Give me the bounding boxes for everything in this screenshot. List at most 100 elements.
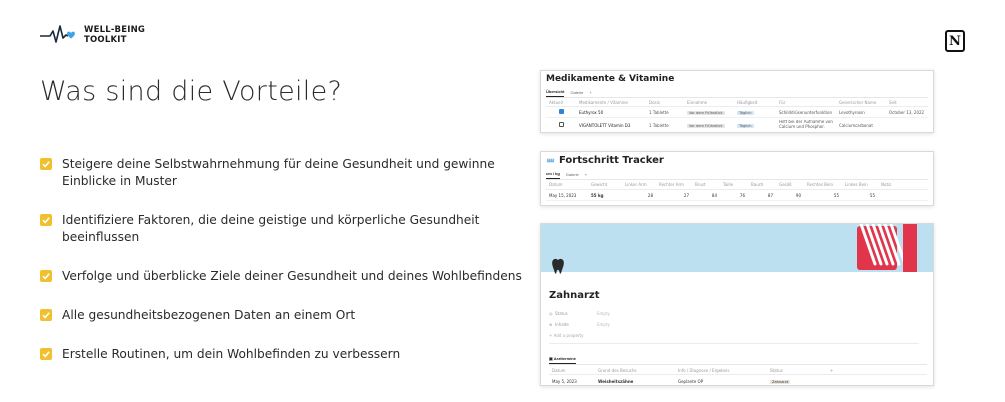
property-row[interactable]: ⊕ Inhalte Empty [549, 319, 919, 330]
checkbox-checked-icon [40, 214, 52, 226]
tracker-tabbar: cm / kg Galerie + [546, 169, 928, 180]
checkbox-checked[interactable] [546, 109, 576, 115]
med-dose: 1 Tablette [649, 109, 669, 115]
med-intake: Vor dem Frühstück [687, 123, 725, 128]
appointments-table-header: Datum Grund des Besuchs Info / Diagnose … [549, 366, 927, 375]
checkbox-checked-icon [40, 158, 52, 170]
col-header: Gesäß [779, 182, 792, 187]
tab-gallery[interactable]: Galerie [570, 88, 583, 97]
col-header: Notiz [881, 182, 892, 187]
logo-line-2: TOOLKIT [84, 35, 127, 45]
tab-appointments[interactable]: ▣ Arzttermine [549, 354, 576, 364]
appointment-reason: Weisheitszähne [598, 378, 634, 384]
benefit-item: Verfolge und überblicke Ziele deiner Ges… [40, 268, 530, 285]
table-row[interactable]: May 5, 2023 Weisheitszähne Geplante OP Z… [549, 376, 927, 385]
med-frequency: Täglich [737, 110, 754, 115]
property-row[interactable]: ◎ Status Empty [549, 308, 919, 319]
tooth-icon [552, 258, 564, 274]
med-generic: Calciumcarbonat [839, 122, 873, 128]
benefit-text: Identifiziere Faktoren, die deine geisti… [62, 213, 480, 244]
toothbrush-image [857, 224, 917, 272]
medications-tabbar: Übersicht Galerie + [546, 87, 928, 98]
med-name[interactable]: VIGANTOLETT Vitamin D3 [576, 123, 646, 128]
ruler-icon [546, 158, 555, 163]
tracker-value: 55 [833, 192, 839, 198]
benefits-list: Steigere deine Selbstwahrnehmung für dei… [40, 156, 530, 363]
logo: WELL-BEING TOOLKIT [40, 24, 145, 46]
property-value[interactable]: Empty [597, 322, 610, 327]
col-header: Seit [889, 99, 897, 105]
add-view-button[interactable]: + [589, 88, 591, 97]
cover-image [541, 224, 933, 272]
add-column-button[interactable]: + [827, 368, 843, 373]
benefit-item: Erstelle Routinen, um dein Wohlbefinden … [40, 346, 530, 363]
col-header: Brust [695, 182, 706, 187]
logo-text: WELL-BEING TOOLKIT [84, 25, 145, 45]
tracker-table-header: Datum Gewicht Linker Arm Rechter Arm Bru… [546, 180, 928, 190]
med-name[interactable]: Euthyrox 50 [576, 110, 646, 115]
dentist-card: Zahnarzt ◎ Status Empty ⊕ Inhalte Empty … [540, 223, 934, 386]
benefit-text: Steigere deine Selbstwahrnehmung für dei… [62, 157, 495, 188]
col-header: Generischer Name [839, 99, 877, 105]
medications-table-header: Aktuell Medikamente / Vitamine Dosis Ein… [546, 98, 928, 107]
tracker-title-row: Fortschritt Tracker [546, 155, 928, 166]
tracker-weight: 55 kg [591, 192, 604, 198]
table-row[interactable]: Euthyrox 50 1 Tablette Vor dem Frühstück… [546, 107, 928, 118]
tab-gallery[interactable]: Galerie [566, 170, 579, 179]
benefit-text: Verfolge und überblicke Ziele deiner Ges… [62, 269, 522, 283]
benefit-item: Steigere deine Selbstwahrnehmung für dei… [40, 156, 530, 190]
col-header: Rechtes Bein [807, 182, 834, 187]
med-since: October 13, 2022 [889, 109, 925, 115]
dentist-card-title: Zahnarzt [549, 290, 600, 301]
notion-logo-icon: N [945, 30, 965, 52]
tracker-value: 84 [711, 192, 717, 198]
benefit-item: Identifiziere Faktoren, die deine geisti… [40, 212, 530, 246]
progress-tracker-card: Fortschritt Tracker cm / kg Galerie + Da… [540, 151, 934, 206]
heartbeat-heart-icon [40, 25, 75, 43]
checkbox-checked-icon [40, 348, 52, 360]
divider [549, 343, 919, 344]
logo-line-1: WELL-BEING [84, 25, 146, 35]
add-property-button[interactable]: + Add a property [549, 330, 919, 341]
properties: ◎ Status Empty ⊕ Inhalte Empty + Add a p… [549, 308, 919, 344]
tab-appointments-label: Arzttermine [553, 356, 576, 361]
benefit-text: Erstelle Routinen, um dein Wohlbefinden … [62, 347, 401, 361]
med-generic: Levothyroxin [839, 109, 865, 115]
appointments-tabbar: ▣ Arzttermine [549, 354, 927, 365]
tracker-card-title: Fortschritt Tracker [559, 155, 664, 166]
col-header: Linkes Bein [845, 182, 868, 187]
property-label: Status [555, 311, 568, 316]
appointment-info: Geplante OP [678, 378, 704, 384]
med-frequency: Täglich [737, 123, 754, 128]
tracker-value: 87 [767, 192, 773, 198]
col-header: Linker Arm [625, 182, 647, 187]
add-view-button[interactable]: + [585, 170, 587, 179]
tracker-date[interactable]: May 15, 2023 [546, 193, 588, 198]
table-row[interactable]: May 15, 2023 55 kg 28 27 84 76 87 90 55 … [546, 190, 928, 201]
appointment-date[interactable]: May 5, 2023 [549, 379, 595, 384]
col-header: Info / Diagnose / Ergebnis [678, 367, 730, 373]
med-for: Schilddrüsenunterfunktion [779, 109, 833, 115]
benefit-text: Alle gesundheitsbezogenen Daten an einem… [62, 308, 356, 322]
tracker-value: 27 [683, 192, 689, 198]
med-for: Hilft bei der Aufnahme von Calcium und P… [779, 120, 833, 129]
tab-overview[interactable]: Übersicht [546, 87, 565, 97]
medications-card-title: Medikamente & Vitamine [546, 74, 675, 84]
table-row[interactable]: VIGANTOLETT Vitamin D3 1 Tablette Vor de… [546, 118, 928, 132]
benefit-item: Alle gesundheitsbezogenen Daten an einem… [40, 307, 530, 324]
checkbox-unchecked[interactable] [546, 122, 576, 128]
col-header: Für [779, 99, 786, 105]
tracker-value: 90 [795, 192, 801, 198]
tracker-value: 76 [739, 192, 745, 198]
col-header: Status [770, 367, 783, 373]
col-header: Bauch [751, 182, 764, 187]
property-value[interactable]: Empty [597, 311, 610, 316]
property-label: Inhalte [555, 322, 569, 327]
page-title: Was sind die Vorteile? [40, 76, 343, 107]
appointment-status: Zahnarzt [770, 379, 791, 384]
tab-cm-kg[interactable]: cm / kg [546, 169, 560, 179]
col-header: Einnahme [687, 99, 708, 105]
col-header: Medikamente / Vitamine [579, 99, 628, 105]
notion-logo-letter: N [949, 33, 961, 49]
col-header: Datum [549, 182, 563, 187]
